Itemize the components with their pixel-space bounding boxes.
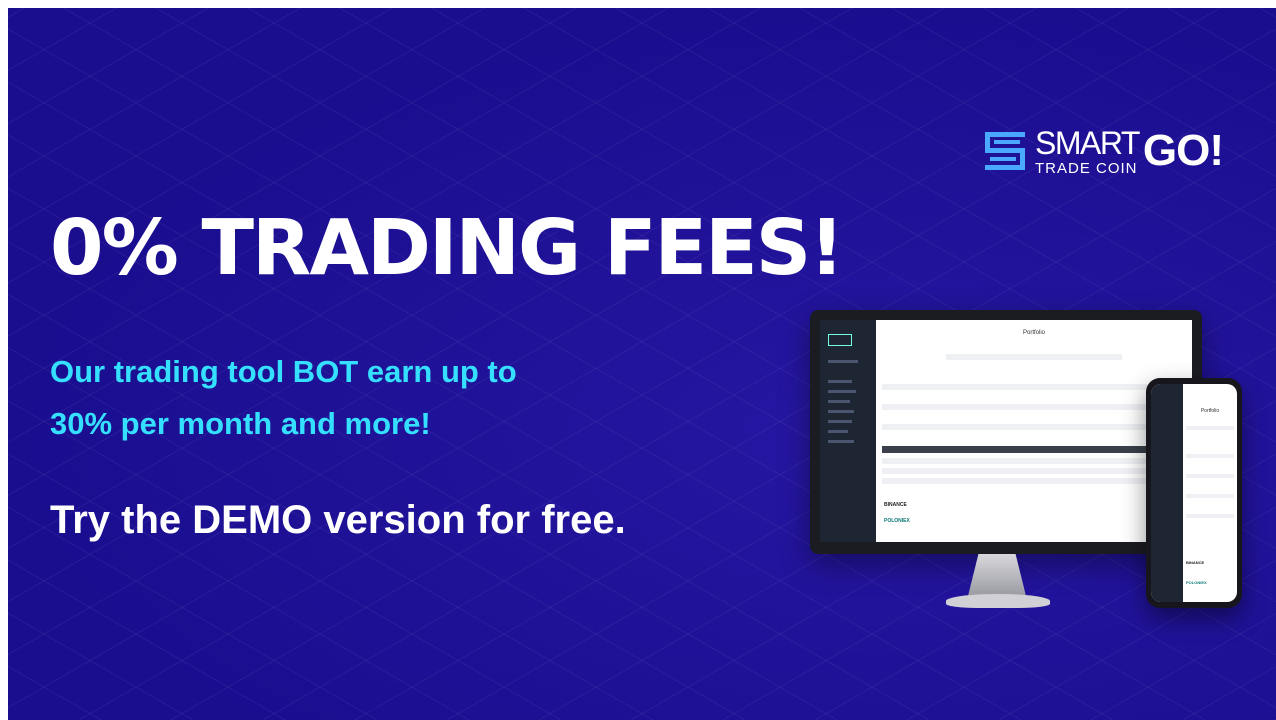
subheadline-line-1: Our trading tool BOT earn up to [50,354,517,389]
phone-sidebar [1151,384,1183,602]
phone-exchange-label-binance: BINANCE [1186,560,1205,565]
monitor-mockup: Portfolio BINANCE POLONIEX [810,310,1202,554]
headline: 0% TRADING FEES! [50,204,844,293]
brand-go-suffix: GO! [1142,126,1224,175]
phone-screen-title: Portfolio [1200,408,1220,414]
app-sidebar [820,320,876,542]
exchange-label-poloniex: POLONIEX [884,518,910,524]
brand-name-smart: SMART [1035,124,1140,161]
phone-exchange-label-poloniex: POLONIEX [1186,580,1207,585]
screen-title: Portfolio [1022,330,1045,336]
monitor-screen: Portfolio BINANCE POLONIEX [820,320,1192,542]
brand-logo: SMART TRADE COIN GO! [983,124,1224,177]
subheadline-line-2: 30% per month and more! [50,406,431,441]
phone-mockup: Portfolio BINANCE POLONIEX [1146,378,1242,608]
call-to-action[interactable]: Try the DEMO version for free. [50,498,626,543]
smart-trade-coin-logo-icon [985,132,1025,170]
brand-wordmark: SMART TRADE COIN [1035,124,1140,177]
brand-name-trade-coin: TRADE COIN [1035,159,1138,177]
phone-main: Portfolio BINANCE POLONIEX [1183,384,1237,602]
exchange-label-binance: BINANCE [884,502,907,508]
subheadline: Our trading tool BOT earn up to 30% per … [50,346,517,450]
app-logo-icon [828,334,852,346]
phone-screen: Portfolio BINANCE POLONIEX [1151,384,1237,602]
app-main: Portfolio BINANCE POLONIEX [876,320,1192,542]
monitor-base [946,594,1050,608]
